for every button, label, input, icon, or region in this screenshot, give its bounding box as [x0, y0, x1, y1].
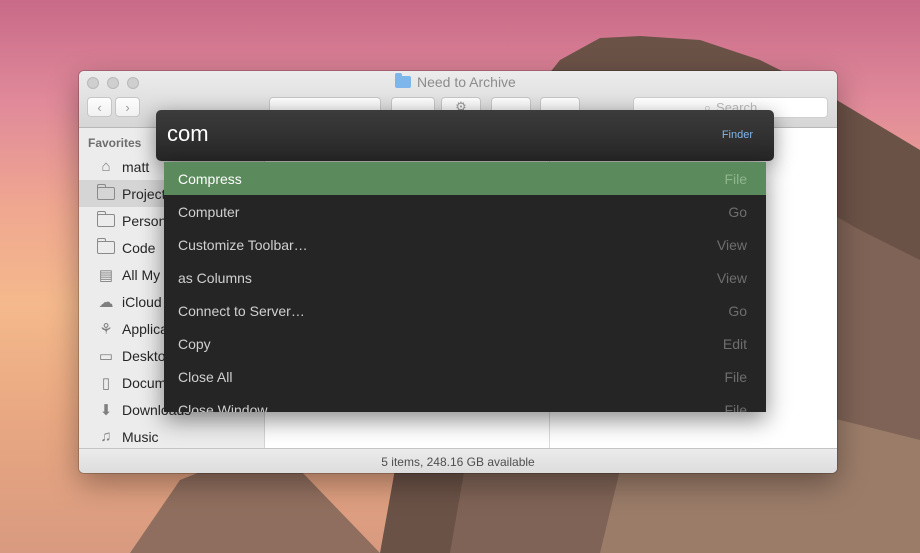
- results-list: Compress File Computer Go Customize Tool…: [164, 162, 766, 412]
- status-bar: 5 items, 248.16 GB available: [79, 448, 837, 473]
- home-icon: ⌂: [101, 158, 111, 175]
- sidebar-heading: Favorites: [88, 136, 142, 150]
- result-category: View: [716, 269, 747, 286]
- command-palette-input[interactable]: com Finder: [156, 110, 774, 161]
- folder-icon: [96, 238, 116, 257]
- result-label: Compress: [178, 170, 242, 187]
- result-item[interactable]: as Columns View: [164, 261, 766, 294]
- folder-icon: [395, 73, 411, 88]
- scope-label: Finder: [721, 129, 753, 141]
- result-label: Customize Toolbar…: [178, 236, 308, 253]
- result-item[interactable]: Close All File: [164, 360, 766, 393]
- result-category: File: [724, 170, 747, 187]
- window-title-label: Need to Archive: [417, 74, 516, 90]
- result-label: Computer: [178, 203, 240, 220]
- minimize-button[interactable]: [107, 77, 119, 89]
- desktop-icon: ▭: [98, 347, 114, 365]
- applications-icon: ⚘: [99, 320, 113, 338]
- chevron-right-icon: ›: [125, 99, 130, 115]
- result-item[interactable]: Copy Edit: [164, 327, 766, 360]
- sidebar-item-music[interactable]: ♫ Music: [79, 423, 264, 450]
- downloads-icon: ⬇: [99, 401, 113, 419]
- query-text[interactable]: com: [167, 121, 209, 147]
- sidebar-item-label: Code: [122, 239, 156, 256]
- chevron-left-icon: ‹: [97, 99, 102, 115]
- result-category: Go: [728, 203, 747, 220]
- forward-button[interactable]: ›: [115, 97, 140, 117]
- result-item[interactable]: Customize Toolbar… View: [164, 228, 766, 261]
- result-label: as Columns: [178, 269, 252, 286]
- result-category: Go: [728, 302, 747, 319]
- result-label: Close Window: [178, 401, 268, 413]
- folder-icon: [96, 184, 116, 203]
- result-label: Connect to Server…: [178, 302, 305, 319]
- all-files-icon: ▤: [98, 266, 114, 284]
- back-button[interactable]: ‹: [87, 97, 112, 117]
- result-label: Close All: [178, 368, 233, 385]
- documents-icon: ▯: [101, 374, 111, 392]
- result-category: View: [716, 236, 747, 253]
- result-category: File: [724, 401, 747, 413]
- result-item[interactable]: Close Window File: [164, 393, 766, 413]
- window-title: Need to Archive: [395, 73, 516, 90]
- close-button[interactable]: [87, 77, 99, 89]
- sidebar-item-label: matt: [122, 158, 150, 175]
- result-item[interactable]: Compress File: [164, 162, 766, 195]
- music-icon: ♫: [100, 428, 112, 445]
- result-item[interactable]: Connect to Server… Go: [164, 294, 766, 327]
- sidebar-item-label: Music: [122, 428, 159, 445]
- zoom-button[interactable]: [127, 77, 139, 89]
- status-text: 5 items, 248.16 GB available: [381, 454, 535, 469]
- result-item[interactable]: Computer Go: [164, 195, 766, 228]
- result-category: Edit: [722, 335, 747, 352]
- result-label: Copy: [178, 335, 211, 352]
- folder-icon: [96, 211, 116, 230]
- cloud-icon: ☁: [98, 293, 114, 311]
- result-category: File: [724, 368, 747, 385]
